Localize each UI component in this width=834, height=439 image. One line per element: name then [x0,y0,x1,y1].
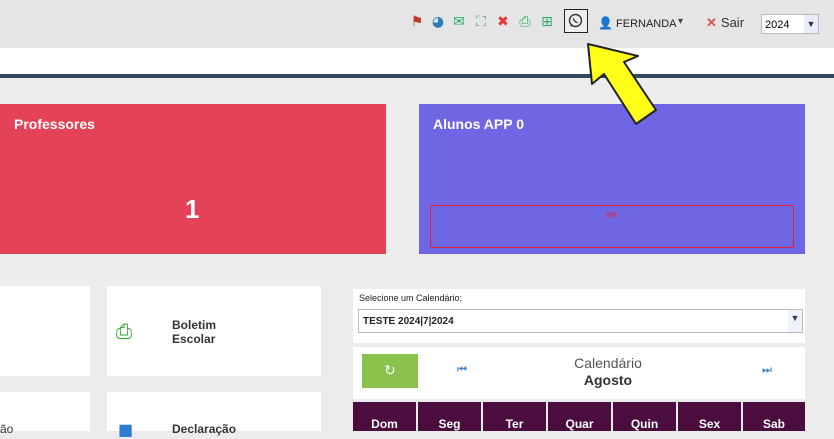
alunos-app-card[interactable]: Alunos APP 0 0% [419,104,805,254]
tile-label: Boletim Escolar [172,318,217,346]
sub-header [0,48,834,78]
calendar-header: ↻ ⏮ Calendário Agosto ⏭ [353,347,805,399]
chevron-down-icon[interactable]: ▾ [678,16,683,27]
whatsapp-button[interactable] [564,9,588,33]
table-icon[interactable]: ⊞ [538,13,556,31]
progress-label: 0% [606,211,618,220]
whatsapp-icon [568,13,583,28]
tile-label: ão [0,422,14,436]
menu-tile-left-bottom[interactable]: ão [0,392,90,436]
print-icon[interactable]: ⎙ [516,13,534,31]
fullscreen-icon[interactable]: ⛶ [472,13,490,31]
chat-icon[interactable]: ✉ [450,13,468,31]
calendar-select-label: Selecione um Calendário: [359,293,463,303]
calendar-month: Agosto [583,372,633,388]
menu-tile-left[interactable] [0,286,90,376]
progress-bar: 0% [430,205,794,248]
logout-link[interactable]: ✕ Sair [706,15,744,31]
calendar-select[interactable]: TESTE 2024|7|2024 ▼ [358,309,803,333]
card-title: Alunos APP 0 [433,116,525,132]
prev-month-icon[interactable]: ⏮ [457,363,467,377]
chevron-down-icon: ▼ [804,15,818,33]
weekday-quar: Quar [548,402,611,431]
user-menu[interactable]: 👤 FERNANDA [598,16,677,30]
user-icon: 👤 [598,16,613,30]
weekday-quin: Quin [613,402,676,431]
calendar-title: Calendário Agosto [533,355,683,389]
chevron-down-icon: ▼ [788,310,802,332]
document-icon: ■ [118,420,134,439]
boletim-tile[interactable]: ⎙ Boletim Escolar [107,286,321,376]
pie-chart-icon[interactable]: ◕ [429,13,447,31]
weekday-seg: Seg [418,402,481,431]
card-count: 1 [185,194,200,224]
year-select[interactable]: 2024 ▼ [761,14,819,34]
tile-label: Declaração [172,422,237,436]
declaracao-tile[interactable]: ■ Declaração [107,392,321,439]
year-value: 2024 [765,19,790,31]
logout-label: Sair [720,15,745,30]
weekday-sex: Sex [678,402,741,431]
calendar-title-label: Calendário [574,355,642,371]
calendar-select-panel: Selecione um Calendário: TESTE 2024|7|20… [353,289,805,343]
professores-card[interactable]: Professores 1 [0,104,386,254]
weekday-sab: Sab [743,402,805,431]
weekday-ter: Ter [483,402,546,431]
next-month-icon[interactable]: ⏭ [762,363,772,377]
close-circle-icon[interactable]: ✖ [494,13,512,31]
top-bar: ⚑ ◕ ✉ ⛶ ✖ ⎙ ⊞ 👤 FERNANDA ▾ ✕ Sair 2024 ▼ [0,0,834,48]
calendar-select-value: TESTE 2024|7|2024 [363,316,454,327]
user-name: FERNANDA [616,18,677,30]
pin-icon[interactable]: ⚑ [408,13,426,31]
refresh-icon: ↻ [384,363,396,379]
refresh-button[interactable]: ↻ [362,354,418,388]
weekday-header: Dom Seg Ter Quar Quin Sex Sab [353,402,805,431]
card-title: Professores [14,116,95,132]
weekday-dom: Dom [353,402,416,431]
print-icon: ⎙ [116,319,132,343]
close-icon: ✕ [706,15,717,30]
